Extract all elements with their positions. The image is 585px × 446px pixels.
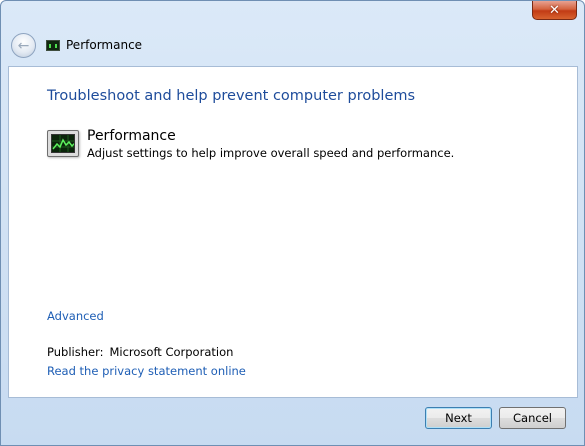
privacy-statement-link[interactable]: Read the privacy statement online	[47, 364, 246, 378]
publisher-label: Publisher:	[47, 345, 104, 359]
troubleshooter-item: Performance Adjust settings to help impr…	[47, 128, 454, 161]
back-button[interactable]: ←	[11, 33, 36, 58]
item-title: Performance	[87, 128, 176, 144]
close-icon: ✕	[549, 2, 560, 18]
nav-title: Performance	[66, 38, 143, 52]
performance-small-icon	[46, 39, 60, 51]
next-button[interactable]: Next	[425, 407, 492, 429]
publisher-line: Publisher: Microsoft Corporation	[47, 345, 233, 359]
page-heading: Troubleshoot and help prevent computer p…	[47, 88, 416, 104]
performance-monitor-icon	[47, 130, 79, 157]
back-arrow-icon: ←	[17, 37, 30, 54]
cancel-button[interactable]: Cancel	[499, 407, 566, 429]
publisher-value: Microsoft Corporation	[109, 345, 234, 359]
nav-header: Performance	[46, 38, 142, 52]
item-description: Adjust settings to help improve overall …	[87, 146, 455, 160]
close-button[interactable]: ✕	[532, 1, 577, 20]
troubleshooter-window: ✕ ← Performance Troubleshoot and help pr…	[0, 0, 585, 446]
content-panel: Troubleshoot and help prevent computer p…	[8, 66, 578, 398]
advanced-link[interactable]: Advanced	[47, 309, 104, 323]
